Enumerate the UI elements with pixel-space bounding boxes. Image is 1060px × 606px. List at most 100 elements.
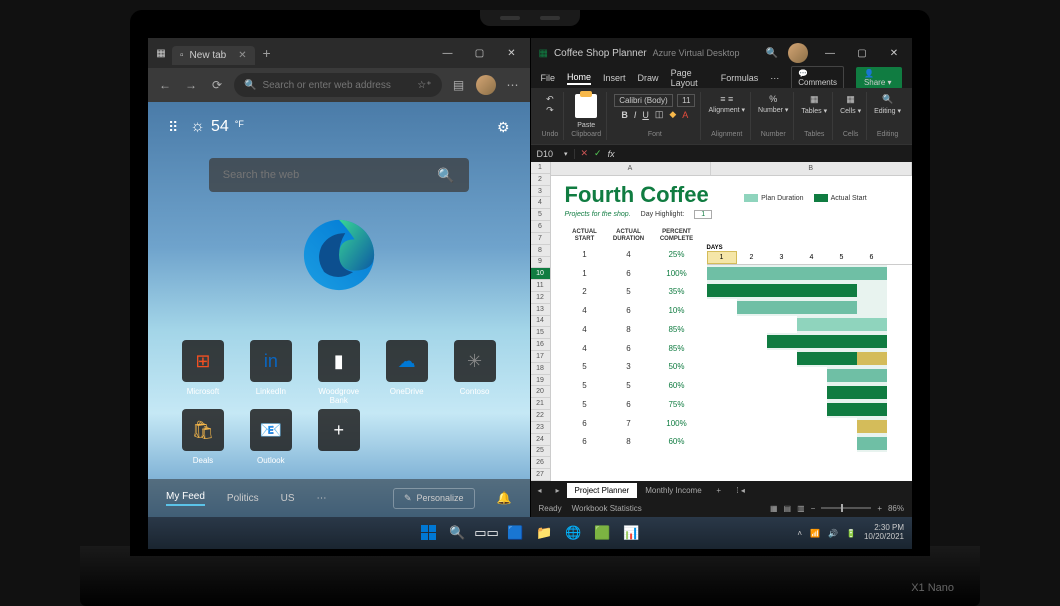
profile-avatar[interactable] bbox=[476, 75, 496, 95]
row-number[interactable]: 14 bbox=[531, 316, 550, 328]
row-number[interactable]: 2 bbox=[531, 174, 550, 186]
cancel-icon[interactable]: ✕ bbox=[581, 148, 589, 159]
maximize-button[interactable]: ▢ bbox=[464, 39, 496, 67]
zoom-slider[interactable] bbox=[821, 507, 871, 509]
row-number[interactable]: 4 bbox=[531, 197, 550, 209]
quick-link-tile[interactable]: 📧Outlook bbox=[242, 409, 300, 465]
data-cell[interactable]: 5 bbox=[565, 396, 605, 413]
row-number[interactable]: 16 bbox=[531, 339, 550, 351]
start-button[interactable] bbox=[416, 520, 442, 546]
data-cell[interactable]: 100% bbox=[653, 265, 701, 282]
forward-icon[interactable]: → bbox=[182, 78, 200, 92]
wifi-icon[interactable]: 📶 bbox=[810, 529, 820, 538]
personalize-button[interactable]: ✎ Personalize bbox=[393, 488, 475, 509]
back-icon[interactable]: ← bbox=[156, 78, 174, 92]
quick-link-tile[interactable]: ▮Woodgrove Bank bbox=[310, 340, 368, 405]
data-cell[interactable]: 25% bbox=[653, 246, 701, 263]
edge-taskbar-icon[interactable]: 🌐 bbox=[561, 520, 587, 546]
row-number[interactable]: 20 bbox=[531, 386, 550, 398]
data-cell[interactable]: 2 bbox=[565, 283, 605, 300]
row-number[interactable]: 25 bbox=[531, 446, 550, 458]
data-cell[interactable]: 6 bbox=[605, 302, 653, 319]
sheet-prev-icon[interactable]: ◂ bbox=[531, 486, 549, 495]
cell-reference[interactable]: D10▾ bbox=[531, 149, 575, 159]
row-number[interactable]: 18 bbox=[531, 363, 550, 375]
data-cell[interactable]: 7 bbox=[605, 415, 653, 432]
zoom-out-icon[interactable]: − bbox=[811, 504, 816, 513]
row-number[interactable]: 6 bbox=[531, 221, 550, 233]
menu-item[interactable]: Insert bbox=[603, 73, 626, 83]
sheet-next-icon[interactable]: ▸ bbox=[549, 486, 567, 495]
browser-tab[interactable]: ▫ New tab ✕ bbox=[172, 46, 255, 65]
ribbon-undo[interactable]: ↶↷Undo bbox=[537, 92, 565, 140]
ribbon-font[interactable]: Calibri (Body)11BIU◫◆AFont bbox=[609, 92, 701, 140]
widgets-icon[interactable]: 🟦 bbox=[503, 520, 529, 546]
row-number[interactable]: 24 bbox=[531, 434, 550, 446]
data-cell[interactable]: 6 bbox=[605, 265, 653, 282]
menu-item[interactable]: Formulas bbox=[721, 73, 759, 83]
view-layout-icon[interactable]: ▤ bbox=[784, 504, 792, 513]
data-cell[interactable]: 6 bbox=[605, 396, 653, 413]
add-sheet-icon[interactable]: + bbox=[710, 486, 728, 495]
web-search-bar[interactable]: 🔍 bbox=[209, 158, 469, 192]
fx-icon[interactable]: fx bbox=[608, 149, 615, 159]
data-cell[interactable]: 6 bbox=[565, 433, 605, 450]
app-icon[interactable]: 🟩 bbox=[590, 520, 616, 546]
data-cell[interactable]: 5 bbox=[605, 283, 653, 300]
web-search-input[interactable] bbox=[223, 169, 430, 181]
share-button[interactable]: 👤 Share ▾ bbox=[856, 67, 902, 89]
address-bar[interactable]: 🔍 ☆⁺ bbox=[234, 73, 442, 97]
search-icon[interactable]: 🔍 bbox=[437, 167, 454, 184]
zoom-level[interactable]: 86% bbox=[888, 504, 904, 513]
view-normal-icon[interactable]: ▦ bbox=[770, 504, 778, 513]
apps-grid-icon[interactable]: ⠿ bbox=[168, 119, 178, 136]
quick-link-tile[interactable]: + bbox=[310, 409, 368, 465]
notifications-icon[interactable]: 🔔 bbox=[497, 491, 512, 505]
menu-item[interactable]: Page Layout bbox=[671, 68, 709, 88]
row-number[interactable]: 19 bbox=[531, 375, 550, 387]
row-number[interactable]: 22 bbox=[531, 410, 550, 422]
data-cell[interactable]: 6 bbox=[605, 340, 653, 357]
data-cell[interactable]: 4 bbox=[565, 302, 605, 319]
row-number[interactable]: 26 bbox=[531, 457, 550, 469]
row-number[interactable]: 5 bbox=[531, 209, 550, 221]
feed-more-icon[interactable]: ⋯ bbox=[317, 493, 327, 504]
menu-item[interactable]: Draw bbox=[638, 73, 659, 83]
ribbon-cells[interactable]: ▦Cells ▾Cells bbox=[835, 92, 867, 140]
row-number[interactable]: 12 bbox=[531, 292, 550, 304]
menu-item[interactable]: File bbox=[541, 73, 556, 83]
menu-item[interactable]: Home bbox=[567, 72, 591, 85]
data-cell[interactable]: 85% bbox=[653, 340, 701, 357]
row-number[interactable]: 23 bbox=[531, 422, 550, 434]
minimize-button[interactable]: — bbox=[814, 39, 846, 67]
row-number[interactable]: 27 bbox=[531, 469, 550, 481]
confirm-icon[interactable]: ✓ bbox=[594, 148, 602, 159]
ribbon-alignment[interactable]: ≡ ≡Alignment ▾Alignment bbox=[703, 92, 751, 140]
data-cell[interactable]: 50% bbox=[653, 358, 701, 375]
row-number[interactable]: 10 bbox=[531, 268, 550, 280]
ribbon-editing[interactable]: 🔍Editing ▾Editing bbox=[869, 92, 906, 140]
address-input[interactable] bbox=[262, 80, 411, 91]
app-icon[interactable]: 📊 bbox=[619, 520, 645, 546]
data-cell[interactable]: 4 bbox=[565, 321, 605, 338]
data-cell[interactable]: 10% bbox=[653, 302, 701, 319]
data-cell[interactable]: 8 bbox=[605, 433, 653, 450]
battery-icon[interactable]: 🔋 bbox=[846, 529, 856, 538]
row-number[interactable]: 13 bbox=[531, 304, 550, 316]
data-cell[interactable]: 4 bbox=[605, 246, 653, 263]
row-number[interactable]: 3 bbox=[531, 186, 550, 198]
volume-icon[interactable]: 🔊 bbox=[828, 529, 838, 538]
feed-tab[interactable]: Politics bbox=[227, 493, 259, 504]
close-button[interactable]: ✕ bbox=[878, 39, 910, 67]
day-highlight-value[interactable]: 1 bbox=[694, 210, 712, 219]
row-number[interactable]: 17 bbox=[531, 351, 550, 363]
status-stats[interactable]: Workbook Statistics bbox=[572, 504, 642, 513]
weather-widget[interactable]: ☼ 54 °F bbox=[190, 118, 244, 136]
explorer-icon[interactable]: 📁 bbox=[532, 520, 558, 546]
ribbon-tables[interactable]: ▦Tables ▾Tables bbox=[796, 92, 833, 140]
row-number[interactable]: 21 bbox=[531, 398, 550, 410]
settings-icon[interactable]: ⚙ bbox=[497, 119, 510, 136]
close-button[interactable]: ✕ bbox=[496, 39, 528, 67]
menu-more-icon[interactable]: ⋯ bbox=[770, 73, 779, 84]
close-tab-icon[interactable]: ✕ bbox=[238, 50, 246, 61]
